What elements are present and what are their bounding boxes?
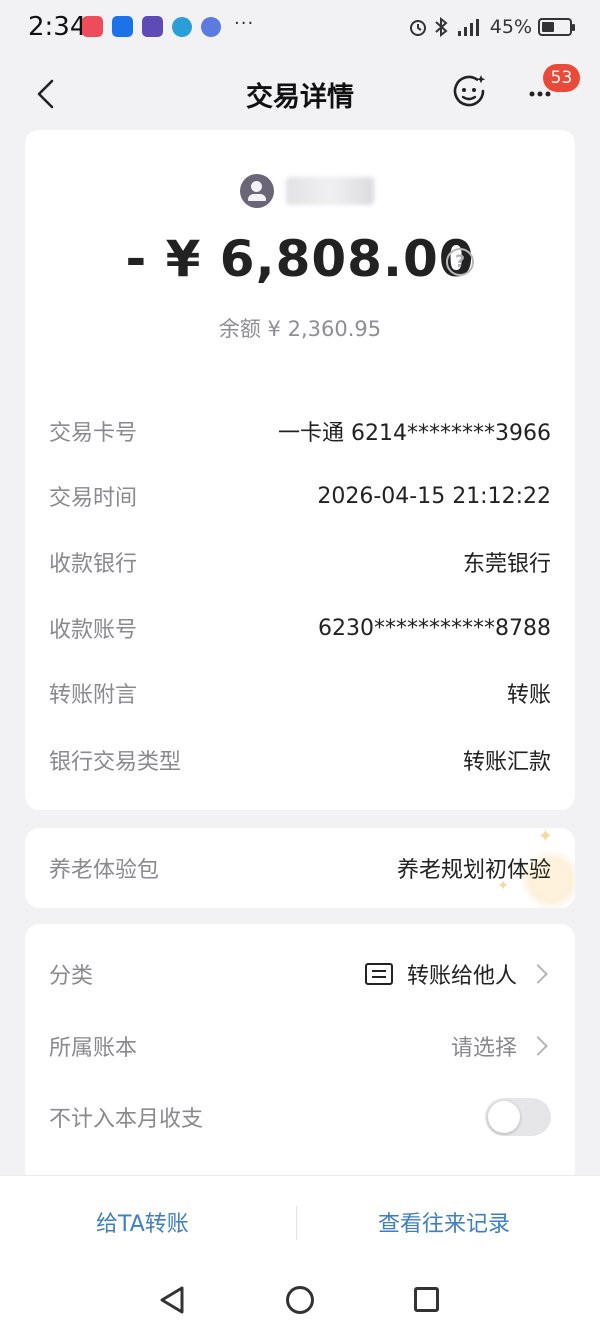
- category-value: 转账给他人: [406, 964, 517, 989]
- avatar: [240, 174, 274, 208]
- detail-row-card-number: 交易卡号 一卡通 6214********3966: [49, 411, 551, 451]
- pension-row[interactable]: 养老体验包 养老规划初体验: [49, 848, 551, 888]
- pension-card[interactable]: ✦ ✦ 养老体验包 养老规划初体验: [25, 828, 575, 908]
- status-time: 2:34: [28, 12, 87, 42]
- account-book-row[interactable]: 所属账本 请选择: [49, 1026, 551, 1066]
- exclude-toggle[interactable]: [485, 1098, 551, 1136]
- detail-value: 2026-04-15 21:12:22: [317, 483, 551, 509]
- detail-label: 交易卡号: [49, 421, 138, 446]
- detail-value: 转账汇款: [462, 750, 551, 775]
- action-bar: 给TA转账 查看往来记录: [0, 1175, 600, 1267]
- detail-label: 交易时间: [49, 486, 138, 511]
- assistant-bot-icon[interactable]: [448, 70, 490, 112]
- category-label: 分类: [49, 964, 94, 989]
- toggle-knob: [488, 1101, 520, 1133]
- detail-row-type: 银行交易类型 转账汇款: [49, 740, 551, 780]
- header: 交易详情: [0, 58, 600, 130]
- action-divider: [296, 1206, 297, 1240]
- account-book-label: 所属账本: [49, 1036, 138, 1061]
- page-title: 交易详情: [246, 82, 354, 113]
- battery-icon: [538, 18, 575, 36]
- ledger-card: 分类 转账给他人 所属账本 请选择 不计入本月收支: [25, 924, 575, 1184]
- category-row[interactable]: 分类 转账给他人: [49, 954, 551, 994]
- signal-icon: [457, 19, 479, 36]
- tieba-icon: [142, 16, 163, 37]
- detail-value: 东莞银行: [462, 552, 551, 577]
- category-value-wrap: 转账给他人: [364, 958, 551, 990]
- detail-label: 收款银行: [49, 552, 138, 577]
- telegram-icon: [172, 16, 192, 37]
- transfer-to-payee-button[interactable]: 给TA转账: [96, 1206, 189, 1238]
- chevron-right-icon: [528, 1036, 548, 1056]
- detail-row-time: 交易时间 2026-04-15 21:12:22: [49, 476, 551, 516]
- payee-info: [240, 174, 374, 208]
- battery-percent: 45%: [489, 16, 532, 38]
- blue-app-icon: [112, 16, 133, 37]
- transaction-amount: - ¥ 6,808.00: [125, 230, 475, 288]
- notification-badge: 53: [543, 64, 580, 92]
- transaction-card: - ¥ 6,808.00 ? 余额 ¥ 2,360.95 交易卡号 一卡通 62…: [25, 130, 575, 810]
- exclude-label: 不计入本月收支: [49, 1107, 204, 1132]
- detail-value: 6230***********8788: [318, 615, 551, 641]
- detail-value: 转账: [506, 683, 551, 708]
- detail-label: 银行交易类型: [49, 750, 182, 775]
- music-icon: [201, 16, 221, 37]
- bluetooth-icon: [435, 17, 448, 37]
- balance-text: 余额 ¥ 2,360.95: [218, 317, 382, 341]
- system-nav-bar: [0, 1267, 600, 1333]
- alarm-icon: [409, 20, 426, 36]
- nav-home-icon[interactable]: [286, 1286, 314, 1314]
- status-bar: 2:34 ··· 45%: [0, 0, 600, 58]
- system-status: 45%: [408, 16, 575, 38]
- detail-row-bank: 收款银行 东莞银行: [49, 542, 551, 582]
- exclude-row: 不计入本月收支: [49, 1097, 551, 1137]
- notification-icons: ···: [82, 13, 255, 37]
- view-history-button[interactable]: 查看往来记录: [378, 1206, 510, 1238]
- payee-name-blurred: [286, 177, 374, 205]
- transfer-icon: [364, 963, 393, 985]
- account-book-value-wrap: 请选择: [451, 1030, 551, 1062]
- more-notifications-icon: ···: [234, 13, 255, 34]
- detail-value: 一卡通 6214********3966: [278, 421, 551, 446]
- detail-row-account: 收款账号 6230***********8788: [49, 608, 551, 648]
- chevron-right-icon: [528, 964, 548, 984]
- pension-label: 养老体验包: [49, 858, 160, 883]
- pension-value: 养老规划初体验: [396, 858, 551, 883]
- help-icon[interactable]: ?: [446, 248, 474, 276]
- sparkle-star-icon: ✦: [537, 828, 553, 847]
- nav-back-icon[interactable]: [158, 1285, 186, 1315]
- account-book-placeholder: 请选择: [450, 1036, 517, 1061]
- red-app-icon: [82, 16, 103, 37]
- detail-row-memo: 转账附言 转账: [49, 673, 551, 713]
- battery-fill: [542, 22, 554, 32]
- detail-label: 收款账号: [49, 618, 138, 643]
- nav-recent-icon[interactable]: [414, 1287, 439, 1312]
- detail-label: 转账附言: [49, 683, 138, 708]
